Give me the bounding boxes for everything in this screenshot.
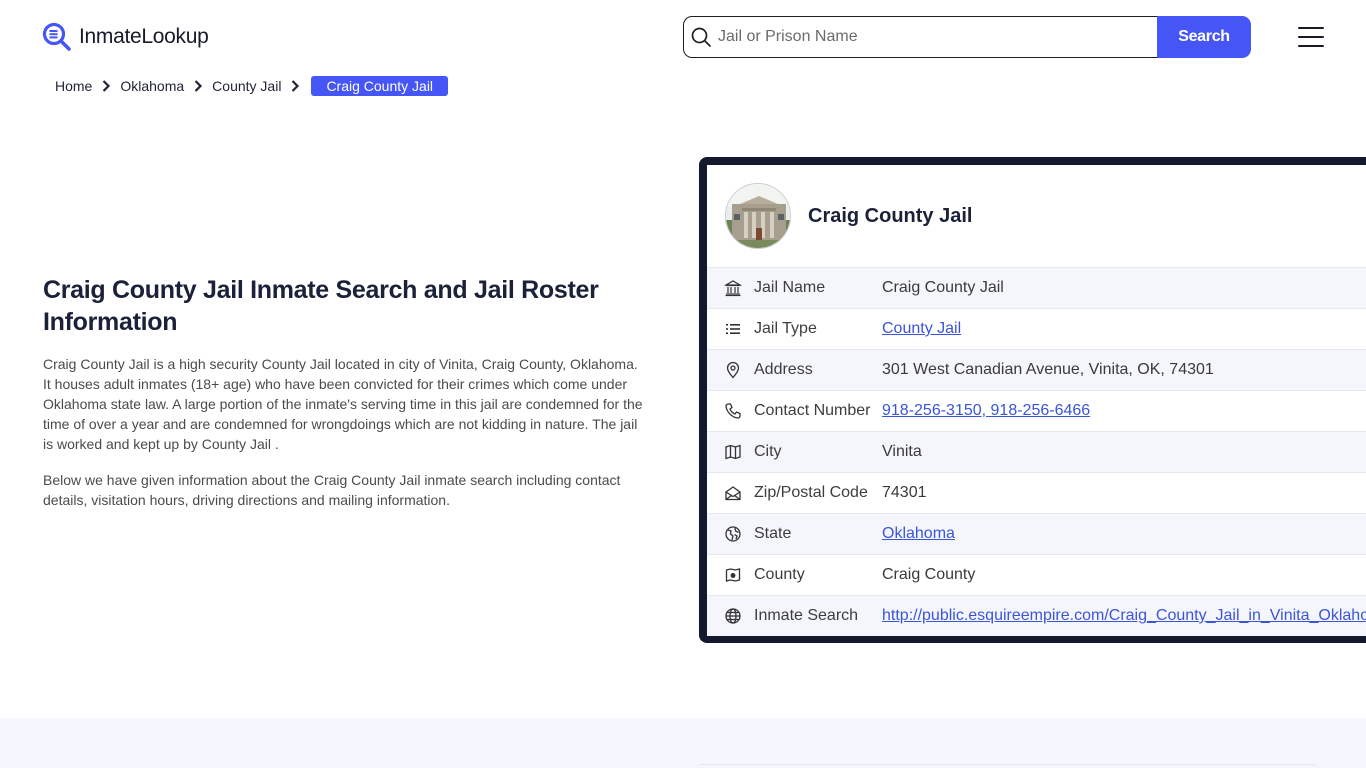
info-row-state: State Oklahoma (707, 513, 1366, 554)
list-icon (726, 324, 740, 334)
row-value-wrap: 918-256-3150, 918-256-6466 (882, 402, 1090, 420)
map-marker-square-icon (725, 568, 741, 582)
row-label: Inmate Search (754, 607, 859, 624)
map-pin-icon (726, 361, 740, 379)
site-header: InmateLookup Search (0, 0, 1366, 72)
breadcrumb: Home Oklahoma County Jail Craig County J… (55, 76, 449, 96)
info-row-contact-number: Contact Number 918-256-3150, 918-256-646… (707, 390, 1366, 431)
row-value-wrap: http://public.esquireempire.com/Craig_Co… (882, 607, 1366, 625)
search-input[interactable] (712, 17, 1157, 57)
building-columns-icon (724, 280, 742, 297)
phone-icon (725, 403, 741, 419)
breadcrumb-home[interactable]: Home (55, 78, 92, 94)
row-value: 74301 (882, 484, 927, 501)
courthouse-image (726, 184, 790, 248)
contact-number-link[interactable]: 918-256-3150, 918-256-6466 (882, 402, 1090, 419)
jail-photo (725, 183, 791, 249)
info-row-zip: Zip/Postal Code 74301 (707, 472, 1366, 513)
row-value: Craig County Jail (882, 279, 1004, 296)
info-row-city: City Vinita (707, 431, 1366, 472)
globe-region-icon (725, 526, 741, 542)
info-table: Jail Name Craig County Jail Jail Type Co… (707, 267, 1366, 636)
search-box[interactable] (683, 16, 1157, 58)
row-label: County (754, 566, 805, 583)
row-label: City (754, 443, 782, 460)
info-row-jail-name: Jail Name Craig County Jail (707, 267, 1366, 308)
row-value: Vinita (882, 443, 922, 460)
row-label: Address (754, 361, 813, 378)
hamburger-menu-icon[interactable] (1298, 27, 1324, 47)
row-value-wrap: Oklahoma (882, 525, 955, 543)
next-section-background (0, 718, 1366, 768)
inmate-search-link[interactable]: http://public.esquireempire.com/Craig_Co… (882, 607, 1366, 624)
envelope-open-icon (725, 486, 741, 501)
logo[interactable]: InmateLookup (42, 22, 209, 52)
intro-paragraph: Below we have given information about th… (43, 472, 621, 508)
chevron-right-icon (103, 80, 111, 92)
info-row-jail-type: Jail Type County Jail (707, 308, 1366, 349)
state-link[interactable]: Oklahoma (882, 525, 955, 542)
row-label: Jail Type (754, 320, 817, 337)
chevron-right-icon (194, 80, 203, 92)
row-value-wrap: County Jail (882, 320, 961, 338)
logo-text: InmateLookup (79, 25, 209, 48)
jail-info-card: Craig County Jail Jail Name Craig County… (699, 157, 1366, 643)
search-button[interactable]: Search (1157, 16, 1251, 58)
globe-icon (725, 608, 741, 624)
breadcrumb-county-jail[interactable]: County Jail (212, 78, 281, 94)
row-value: 301 West Canadian Avenue, Vinita, OK, 74… (882, 361, 1214, 378)
row-value: Craig County (882, 566, 976, 583)
breadcrumb-current: Craig County Jail (311, 76, 449, 96)
info-row-inmate-search: Inmate Search http://public.esquireempir… (707, 595, 1366, 636)
next-card-edge (697, 764, 1317, 768)
logo-magnifier-icon (42, 22, 71, 51)
row-label: Contact Number (754, 402, 871, 419)
page-title: Craig County Jail Inmate Search and Jail… (43, 276, 599, 336)
breadcrumb-oklahoma[interactable]: Oklahoma (120, 78, 184, 94)
card-header: Craig County Jail (707, 165, 1366, 267)
menu-line (1298, 27, 1324, 29)
card-title: Craig County Jail (808, 204, 973, 227)
chevron-right-icon (292, 80, 300, 92)
jail-type-link[interactable]: County Jail (882, 320, 961, 337)
menu-line (1298, 45, 1324, 47)
info-row-county: County Craig County (707, 554, 1366, 595)
row-label: Zip/Postal Code (754, 484, 868, 501)
row-label: State (754, 525, 792, 542)
row-label: Jail Name (754, 279, 826, 296)
menu-line (1298, 36, 1324, 38)
search-icon (691, 27, 711, 47)
info-row-address: Address 301 West Canadian Avenue, Vinita… (707, 349, 1366, 390)
jail-info-card-body: Craig County Jail Jail Name Craig County… (707, 165, 1366, 636)
intro-paragraph: Craig County Jail is a high security Cou… (43, 356, 643, 452)
search-form: Search (683, 16, 1251, 58)
map-icon (725, 444, 741, 460)
